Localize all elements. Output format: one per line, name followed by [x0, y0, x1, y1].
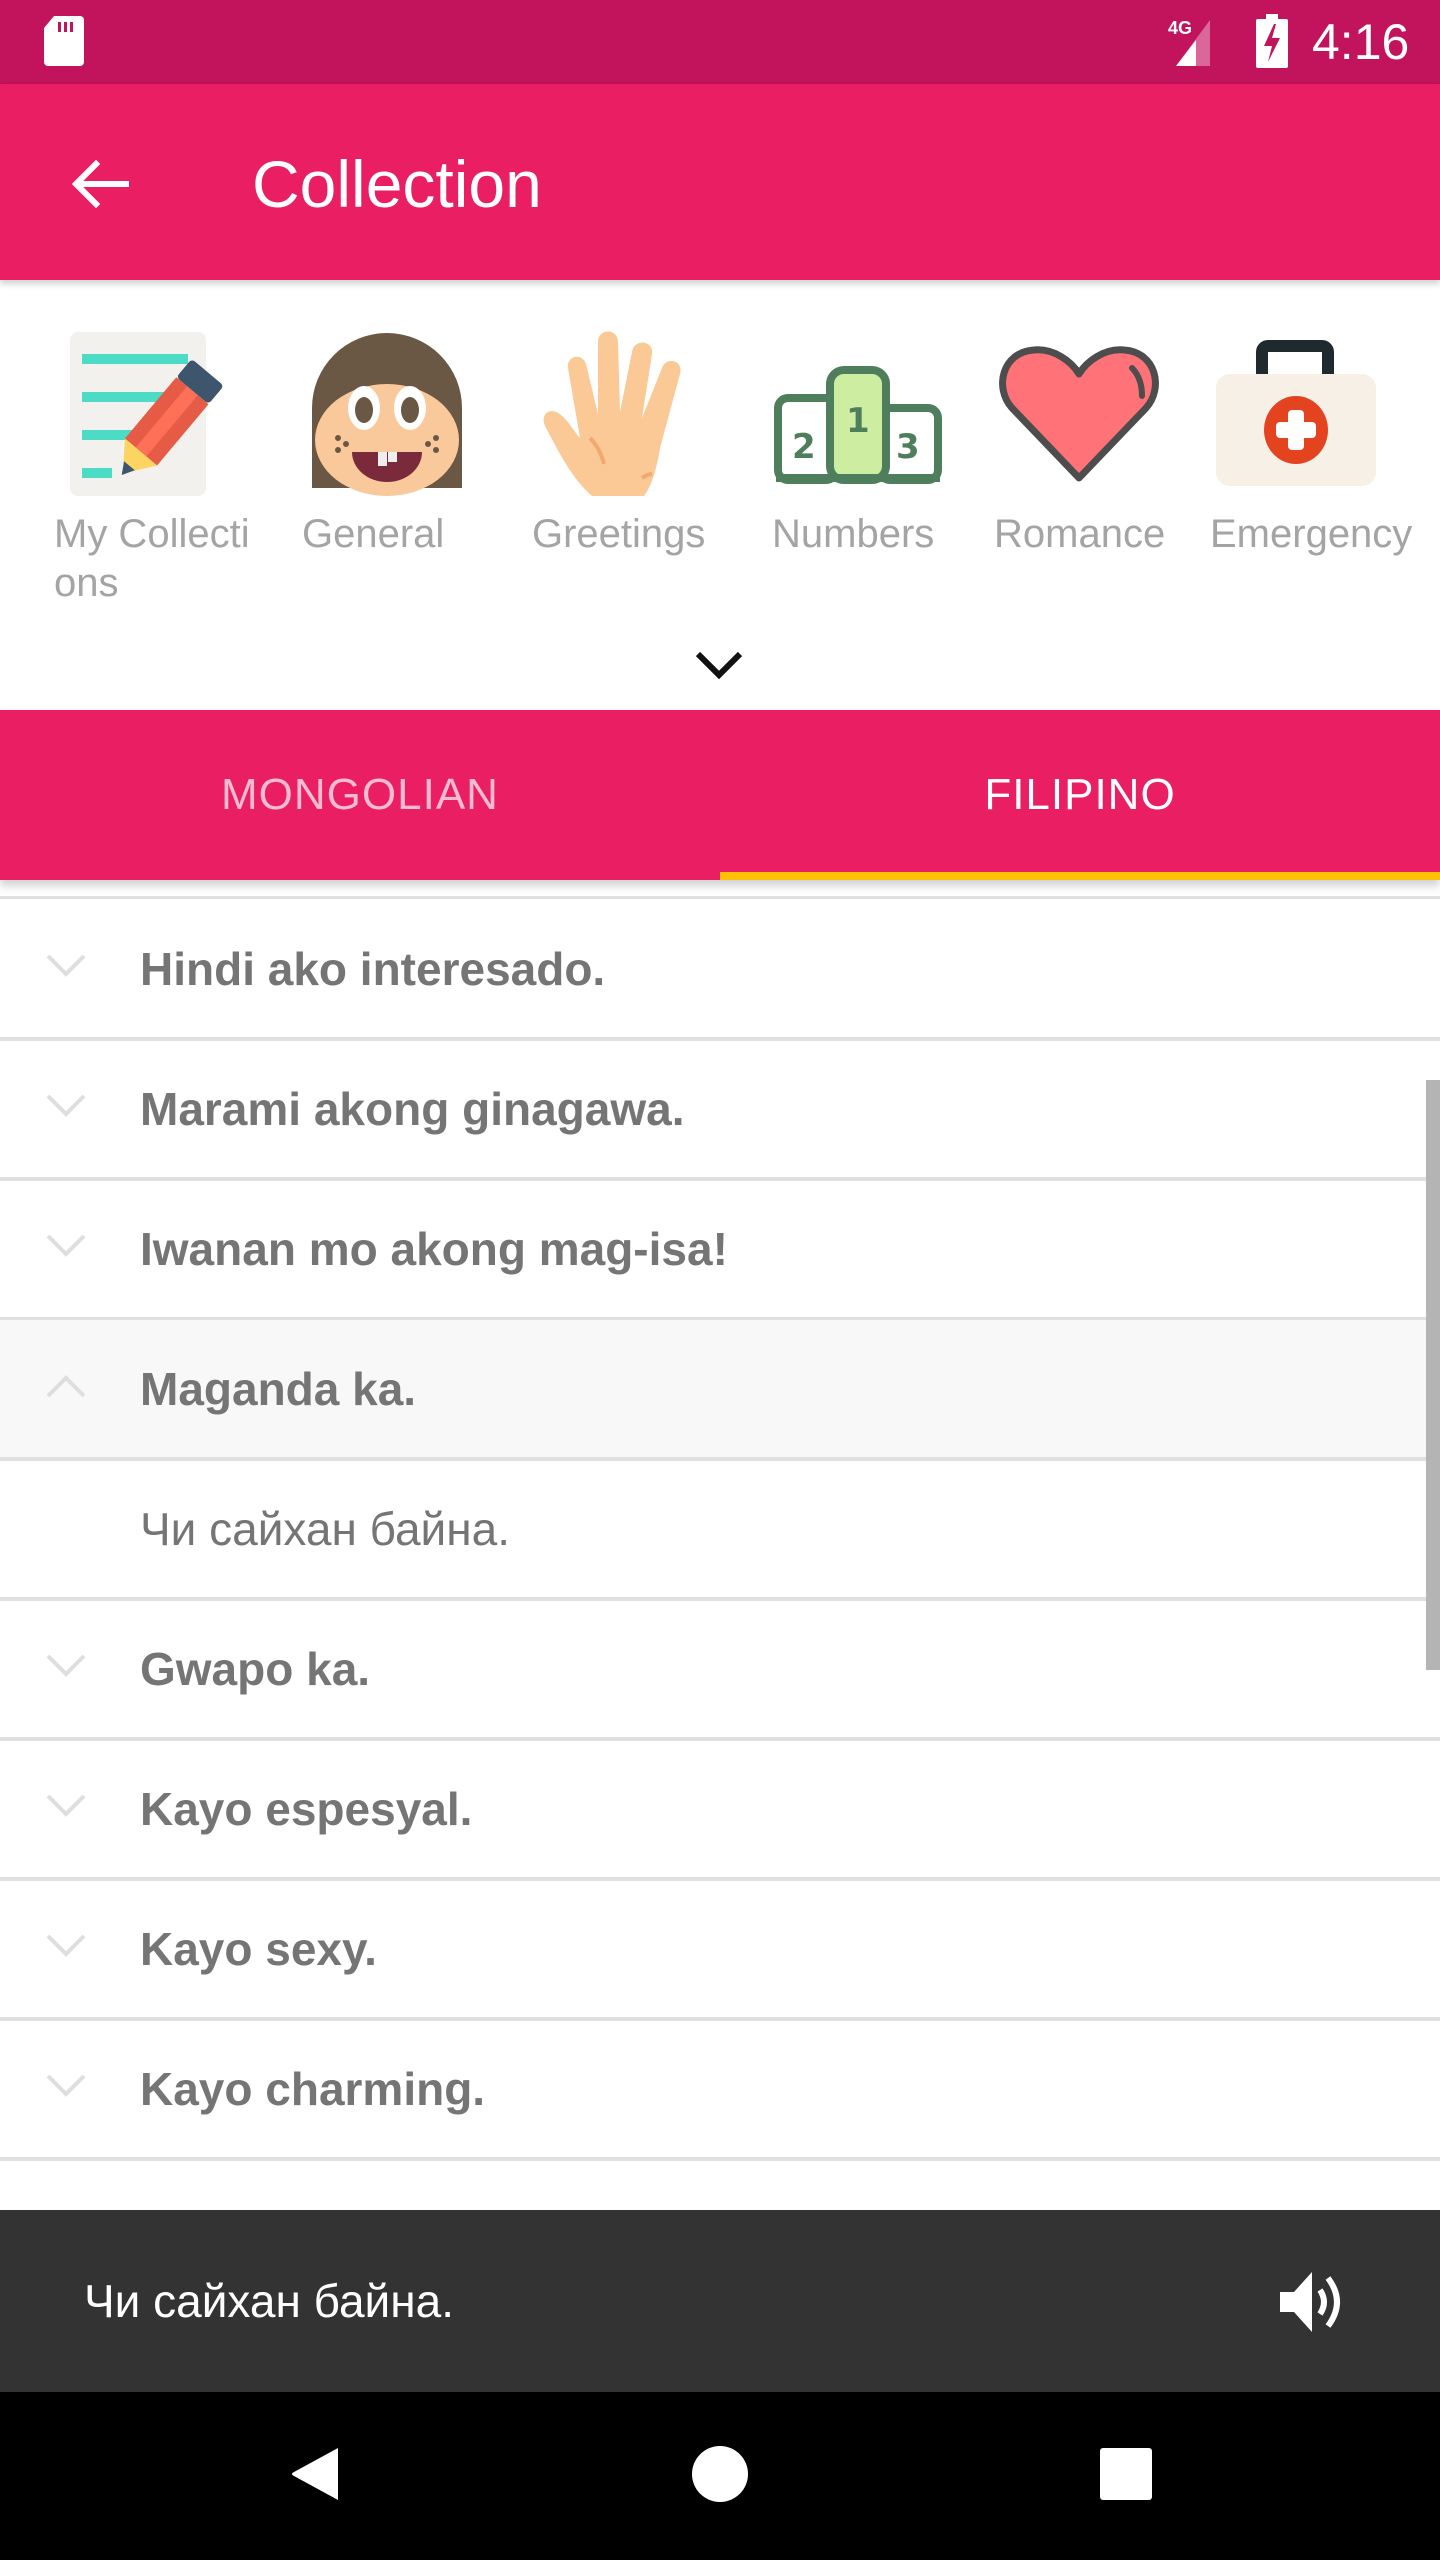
chevron-down-icon: [46, 2074, 86, 2097]
language-tabs: MONGOLIAN FILIPINO: [0, 710, 1440, 880]
svg-text:1: 1: [846, 401, 870, 441]
phrase-row[interactable]: Kayo sexy.: [0, 1880, 1440, 2021]
category-label: Romance: [994, 512, 1166, 556]
heart-icon: [999, 346, 1159, 482]
phrase-text: Iwanan mo akong mag-isa!: [140, 1222, 728, 1275]
phrase-text: Kayo sexy.: [140, 1922, 377, 1975]
svg-text:3: 3: [896, 427, 920, 467]
player-text: Чи сайхан байна.: [84, 2275, 454, 2327]
tab-mongolian[interactable]: MONGOLIAN: [0, 710, 720, 880]
podium-icon: 2 1 3: [774, 366, 942, 484]
chevron-down-icon[interactable]: [694, 648, 744, 680]
tab-filipino[interactable]: FILIPINO: [720, 710, 1440, 880]
nav-home-icon[interactable]: [690, 2444, 750, 2504]
clock: 4:16: [1312, 14, 1410, 70]
category-greetings[interactable]: Greetings: [532, 328, 742, 559]
chevron-down-icon: [46, 1094, 86, 1117]
phrase-list: Hindi ako interesado. Marami akong ginag…: [0, 880, 1440, 2210]
phrase-text: Kayo charming.: [140, 2062, 486, 2115]
status-bar: 4G 4:16: [0, 0, 1440, 84]
phrase-row[interactable]: Iwanan mo akong mag-isa!: [0, 1180, 1440, 1321]
nav-recents-icon[interactable]: [1098, 2446, 1154, 2502]
divider: [0, 896, 1440, 899]
sd-card-icon: [44, 16, 84, 66]
svg-text:2: 2: [792, 427, 816, 467]
phrase-text: Hindi ako interesado.: [140, 942, 606, 995]
chevron-down-icon: [46, 1794, 86, 1817]
category-label: My Collections: [54, 512, 250, 605]
phrase-text: Marami akong ginagawa.: [140, 1082, 685, 1135]
speaker-icon[interactable]: [1276, 2266, 1348, 2338]
category-strip: My Collections General Greetings 2 1 3 N…: [0, 280, 1440, 710]
system-nav-bar: [0, 2392, 1440, 2560]
arrow-back-icon: [71, 159, 129, 209]
audio-player-bar: Чи сайхан байна.: [0, 2210, 1440, 2392]
chevron-down-icon: [46, 954, 86, 977]
phrase-row[interactable]: Hindi ako interesado.: [0, 900, 1440, 1041]
phrase-row-expanded[interactable]: Maganda ka.: [0, 1320, 1440, 1461]
svg-text:4G: 4G: [1168, 18, 1192, 38]
category-general[interactable]: General: [302, 328, 512, 559]
back-button[interactable]: [52, 136, 148, 232]
category-numbers[interactable]: 2 1 3 Numbers: [772, 328, 982, 559]
category-label: Emergency: [1210, 512, 1413, 556]
category-label: Numbers: [772, 512, 935, 556]
category-romance[interactable]: Romance: [994, 328, 1204, 559]
notepad-pencil-icon: [70, 332, 223, 496]
signal-4g-icon: 4G: [1168, 18, 1210, 66]
chevron-down-icon: [46, 1654, 86, 1677]
tab-indicator: [720, 872, 1440, 880]
category-label: General: [302, 512, 445, 556]
chevron-down-icon: [46, 1234, 86, 1257]
nav-back-icon[interactable]: [286, 2444, 344, 2504]
face-icon: [312, 333, 462, 496]
scrollbar[interactable]: [1426, 1080, 1440, 1670]
battery-charging-icon: [1256, 14, 1288, 68]
page-title: Collection: [252, 147, 542, 221]
category-my-collections[interactable]: My Collections: [54, 328, 264, 608]
phrase-row[interactable]: Marami akong ginagawa.: [0, 1040, 1440, 1181]
category-label: Greetings: [532, 512, 706, 556]
category-emergency[interactable]: Emergency: [1210, 328, 1420, 559]
phrase-text: Gwapo ka.: [140, 1642, 371, 1695]
translation-text: Чи сайхан байна.: [140, 1502, 510, 1555]
phrase-row[interactable]: Kayo charming.: [0, 2020, 1440, 2161]
phrase-text: Maganda ka.: [140, 1362, 417, 1415]
chevron-up-icon: [46, 1375, 86, 1398]
first-aid-kit-icon: [1216, 340, 1376, 486]
chevron-down-icon: [46, 1934, 86, 1957]
waving-hand-icon: [543, 331, 681, 496]
phrase-translation: Чи сайхан байна.: [0, 1460, 1440, 1601]
phrase-text: Kayo espesyal.: [140, 1782, 473, 1835]
app-bar: Collection: [0, 84, 1440, 280]
phrase-row[interactable]: Gwapo ka.: [0, 1600, 1440, 1741]
phrase-row[interactable]: Kayo espesyal.: [0, 1740, 1440, 1881]
